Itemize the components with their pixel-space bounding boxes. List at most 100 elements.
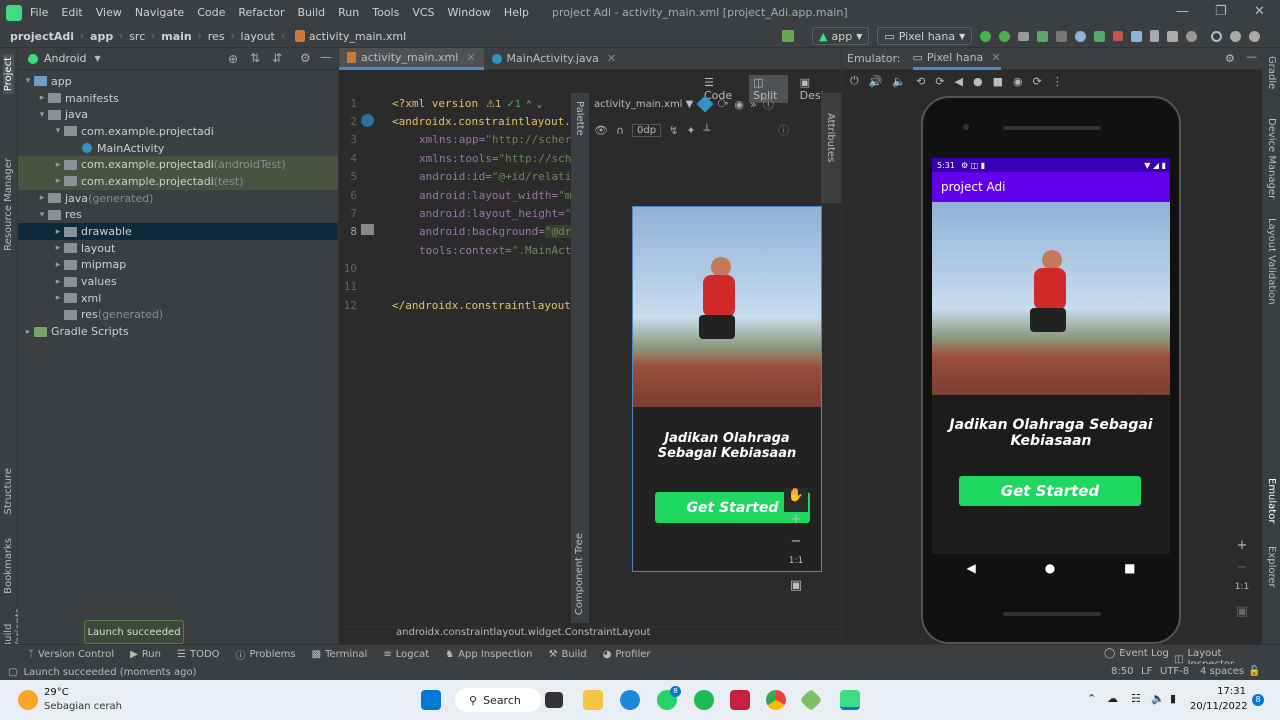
project-tool-tab[interactable]: Project <box>3 54 14 95</box>
menu-refactor[interactable]: Refactor <box>238 6 284 19</box>
nav-home-icon[interactable]: ● <box>1045 561 1055 575</box>
weather-icon[interactable] <box>18 690 38 710</box>
structure-tool-tab[interactable]: Structure <box>3 468 14 515</box>
zoom-actual-button[interactable]: 1:1 <box>784 556 808 578</box>
start-icon[interactable] <box>421 690 441 710</box>
notification-badge[interactable]: 8 <box>1252 694 1264 706</box>
zoom-in-icon[interactable]: + <box>784 512 808 534</box>
breadcrumb-file[interactable]: activity_main.xml <box>309 30 406 43</box>
zoom-actual-button[interactable]: 1:1 <box>1232 582 1252 604</box>
task-view-icon[interactable] <box>545 692 563 708</box>
logcat-tab[interactable]: ≡ Logcat <box>383 649 429 660</box>
eye-icon[interactable]: 👁 <box>594 124 608 137</box>
back-icon[interactable]: ◀ <box>955 75 963 88</box>
device-file-explorer-tool-tab[interactable]: Device File Explorer <box>1266 546 1280 644</box>
guidelines-icon[interactable]: ┴ <box>704 124 711 137</box>
profiler-icon[interactable] <box>1075 30 1087 42</box>
breadcrumb-src[interactable]: src <box>129 30 145 43</box>
sync-icon[interactable] <box>1018 31 1030 41</box>
power-icon[interactable]: ⏻ <box>850 74 859 88</box>
sdk-manager-icon[interactable] <box>1167 30 1179 42</box>
design-file-select[interactable]: activity_main.xml ▼ <box>594 99 693 110</box>
get-started-button[interactable]: Get Started <box>959 476 1141 506</box>
attach-debugger-icon[interactable] <box>1056 30 1068 42</box>
component-tree-tool-tab[interactable]: Component Tree <box>574 533 585 615</box>
volume-down-icon[interactable]: 🔈 <box>892 75 906 88</box>
apply-changes-icon[interactable] <box>980 30 992 42</box>
tree-item-package-test[interactable]: ▸ com.example.projectadi (test) <box>18 173 338 190</box>
apply-code-changes-icon[interactable] <box>999 30 1011 42</box>
hammer-icon[interactable] <box>782 30 794 42</box>
settings-icon[interactable] <box>1230 30 1242 42</box>
chevron-down-icon[interactable]: ▼ <box>95 54 101 63</box>
run-tab[interactable]: ▶ Run <box>130 649 161 660</box>
component-path[interactable]: androidx.constraintlayout.widget.Constra… <box>396 627 651 638</box>
search-everywhere-icon[interactable] <box>1211 30 1223 42</box>
locate-icon[interactable]: ⊕ <box>228 52 238 66</box>
more-icon[interactable]: » <box>750 98 757 111</box>
zoom-fit-icon[interactable]: ▣ <box>784 578 808 600</box>
chevron-down-icon[interactable]: ⌄ <box>537 100 542 110</box>
chrome-icon[interactable] <box>766 690 786 710</box>
version-control-tab[interactable]: ᛉ Version Control <box>28 649 114 660</box>
menu-code[interactable]: Code <box>197 6 225 19</box>
profiler-tab[interactable]: ◕ Profiler <box>603 649 651 660</box>
indent-setting[interactable]: 4 spaces <box>1200 666 1244 677</box>
menu-help[interactable]: Help <box>504 6 529 19</box>
close-tab-icon[interactable]: ✕ <box>466 51 475 64</box>
tree-item-values[interactable]: ▸ values <box>18 273 338 290</box>
caret-position[interactable]: 8:50 <box>1111 666 1133 677</box>
search-button[interactable]: ⚲ Search <box>455 688 541 712</box>
zoom-out-icon[interactable]: − <box>1232 560 1252 582</box>
breadcrumb-res[interactable]: res <box>208 30 225 43</box>
breadcrumb-layout[interactable]: layout <box>241 30 275 43</box>
wifi-icon[interactable]: ☵ <box>1131 692 1141 705</box>
gear-icon[interactable]: ⚙ <box>300 51 311 65</box>
menu-build[interactable]: Build <box>298 6 326 19</box>
chevron-up-icon[interactable]: ⌃ <box>1087 692 1096 705</box>
file-encoding[interactable]: UTF-8 <box>1160 666 1189 677</box>
app-inspection-tab[interactable]: ♞ App Inspection <box>445 649 532 660</box>
menu-window[interactable]: Window <box>448 6 491 19</box>
breadcrumb-main[interactable]: main <box>161 30 192 43</box>
menu-file[interactable]: File <box>30 6 48 19</box>
orientation-icon[interactable]: ⧂ <box>717 97 728 111</box>
menu-run[interactable]: Run <box>338 6 359 19</box>
menu-navigate[interactable]: Navigate <box>135 6 184 19</box>
chevron-up-icon[interactable]: ⌃ <box>526 100 531 110</box>
warning-icon[interactable]: ⚠1 <box>486 99 501 110</box>
todo-tab[interactable]: ☰ TODO <box>177 649 220 660</box>
camera-icon[interactable]: ◉ <box>1013 75 1023 88</box>
emulator-device-tab[interactable]: ▭ Pixel hana ✕ <box>912 48 1001 70</box>
code-editor[interactable]: 1 2 3 4 5 6 7 8 10 11 12 <?xml version ⚠1… <box>339 93 572 623</box>
expand-all-icon[interactable]: ⇅ <box>250 51 260 65</box>
hide-panel-icon[interactable]: — <box>1246 50 1257 63</box>
volume-icon[interactable]: 🔈 <box>1151 692 1165 705</box>
debug-icon[interactable] <box>1037 30 1049 42</box>
edge-icon[interactable] <box>620 690 640 710</box>
palette-tool-tab[interactable]: Palette <box>574 101 585 136</box>
nav-back-icon[interactable]: ◀ <box>966 561 975 575</box>
tree-item-res[interactable]: ▾ res <box>18 207 338 224</box>
tree-item-package-androidtest[interactable]: ▸ com.example.projectadi (androidTest) <box>18 156 338 174</box>
home-icon[interactable]: ● <box>973 75 983 88</box>
rotate-left-icon[interactable]: ⟲ <box>916 75 925 88</box>
zoom-out-icon[interactable]: − <box>784 534 808 556</box>
theme-icon[interactable]: ◉ <box>734 98 744 111</box>
volume-up-icon[interactable]: 🔊 <box>869 75 883 88</box>
more-icon[interactable]: ⋮ <box>1052 75 1063 88</box>
zoom-in-icon[interactable]: + <box>1232 538 1252 560</box>
tree-item-xml[interactable]: ▸ xml <box>18 290 338 307</box>
tree-item-res-generated[interactable]: res (generated) <box>18 307 338 324</box>
emulator-tool-tab[interactable]: Emulator <box>1266 478 1277 523</box>
profile-icon[interactable] <box>1249 30 1261 42</box>
build-tab[interactable]: ⚒ Build <box>549 649 587 660</box>
bookmarks-tool-tab[interactable]: Bookmarks <box>3 538 14 594</box>
maximize-icon[interactable]: ❐ <box>1215 4 1227 19</box>
attach-icon[interactable] <box>1094 30 1106 42</box>
info-icon[interactable]: ⓘ <box>763 96 774 112</box>
tree-item-mipmap[interactable]: ▸ mipmap <box>18 257 338 274</box>
menu-edit[interactable]: Edit <box>61 6 82 19</box>
default-margin-select[interactable]: 0dp <box>632 123 662 137</box>
breadcrumb-project[interactable]: projectAdi <box>10 30 74 43</box>
